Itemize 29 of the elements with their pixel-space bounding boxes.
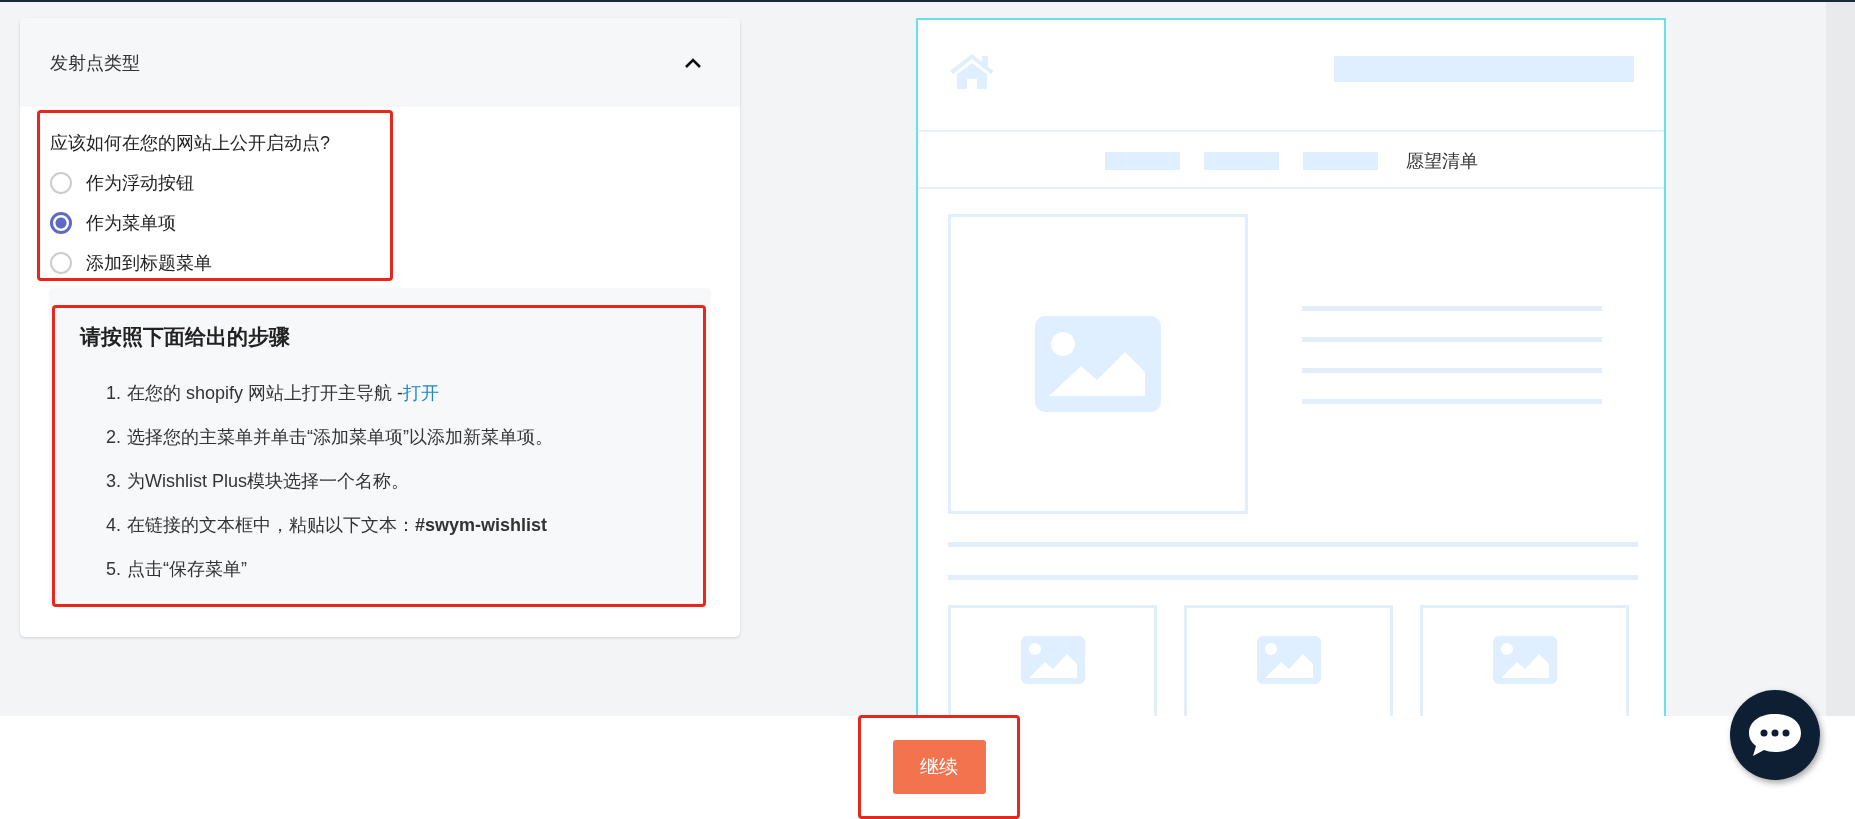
nav-label: 愿望清单 xyxy=(1405,150,1478,173)
step-number: 5. xyxy=(106,559,121,580)
steps-heading: 请按照下面给出的步骤 xyxy=(80,324,291,350)
panel-title: 发射点类型 xyxy=(50,51,140,75)
step-text: 点击“保存菜单” xyxy=(127,558,247,581)
step-text: 在您的 shopify 网站上打开主导航 -打开 xyxy=(127,382,440,405)
radio-button[interactable] xyxy=(50,212,72,234)
chevron-icon[interactable] xyxy=(684,56,702,69)
step-number: 3. xyxy=(106,471,121,492)
image-icon xyxy=(1492,636,1557,684)
step-number: 1. xyxy=(106,383,121,404)
step-text: 在链接的文本框中，粘贴以下文本：#swym-wishlist xyxy=(127,514,548,537)
chat-button[interactable] xyxy=(1730,690,1820,780)
panel-header[interactable]: 发射点类型 xyxy=(20,18,740,107)
open-link[interactable]: 打开 xyxy=(403,383,440,403)
image-icon xyxy=(1256,636,1321,684)
step-number: 4. xyxy=(106,515,121,536)
radio-option[interactable]: 作为浮动按钮 xyxy=(50,163,740,203)
step-number: 2. xyxy=(106,427,121,448)
radio-option[interactable]: 添加到标题菜单 xyxy=(50,243,740,283)
home-icon xyxy=(948,52,996,90)
step-text: 选择您的主菜单并单击“添加菜单项”以添加新菜单项。 xyxy=(127,426,553,449)
step-text: 为Wishlist Plus模块选择一个名称。 xyxy=(127,470,410,493)
radio-option[interactable]: 作为菜单项 xyxy=(50,203,740,243)
scrollbar[interactable] xyxy=(1826,2,1855,716)
image-icon xyxy=(1035,316,1161,412)
image-icon xyxy=(1020,636,1085,684)
chat-bubble-icon xyxy=(1747,712,1803,758)
question-text: 应该如何在您的网站上公开启动点? xyxy=(50,132,331,155)
